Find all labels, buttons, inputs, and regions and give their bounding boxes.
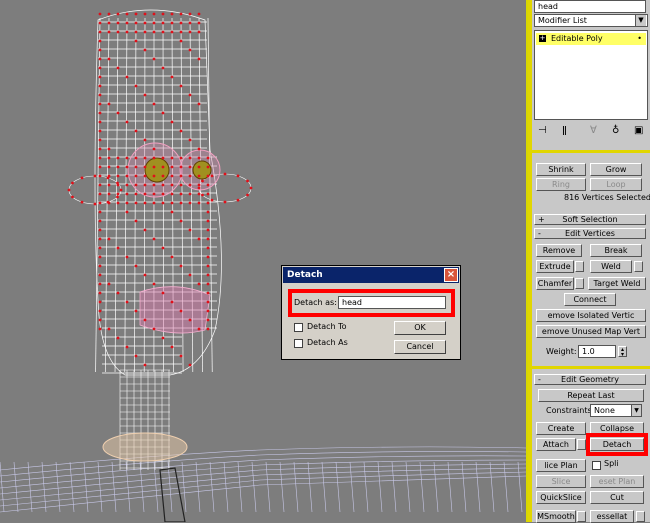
cancel-button[interactable]: Cancel: [394, 340, 446, 354]
ok-button[interactable]: OK: [394, 321, 446, 335]
detach-to-element-checkbox[interactable]: [294, 323, 303, 332]
constraints-label: Constraints: [546, 406, 592, 416]
chamfer-button[interactable]: Chamfer: [536, 277, 574, 290]
slice-plane-button[interactable]: lice Plan: [536, 459, 586, 472]
right-eye-mesh: [180, 150, 220, 190]
shrink-button[interactable]: Shrink: [536, 163, 586, 176]
extrude-settings-button[interactable]: [575, 261, 584, 272]
edit-geometry-rollout[interactable]: - Edit Geometry: [534, 374, 646, 385]
slice-button[interactable]: Slice: [536, 475, 586, 488]
tessellate-settings-button[interactable]: [636, 511, 645, 522]
ring-button[interactable]: Ring: [536, 178, 586, 191]
command-panel: head Modifier List ▼ + Editable Poly • ⊣…: [526, 0, 650, 522]
close-icon[interactable]: ×: [444, 268, 458, 282]
grow-button[interactable]: Grow: [590, 163, 642, 176]
panel-accent-border: [528, 0, 532, 522]
light-bulb-icon[interactable]: •: [637, 33, 642, 45]
detach-to-element-label: Detach To: [307, 322, 347, 332]
detach-as-clone-checkbox[interactable]: [294, 339, 303, 348]
weight-label: Weight:: [546, 347, 577, 357]
make-unique-icon[interactable]: ∀: [590, 125, 597, 136]
weight-spinner-arrows[interactable]: ▴▾: [618, 346, 627, 357]
expand-plus-icon[interactable]: +: [539, 35, 546, 42]
msmooth-button[interactable]: MSmooth: [536, 510, 576, 523]
pin-stack-icon[interactable]: ⊣: [538, 125, 547, 136]
dialog-title: Detach: [287, 269, 323, 281]
remove-isolated-vertices-button[interactable]: emove Isolated Vertic: [536, 309, 646, 322]
dialog-titlebar[interactable]: Detach ×: [283, 267, 459, 283]
edit-vertices-title: Edit Vertices: [535, 229, 645, 238]
left-eye-mesh: [128, 143, 182, 197]
stack-toolbar: ⊣ ǁ ∀ ♁ ▣: [534, 123, 648, 139]
constraints-value: None: [594, 406, 615, 415]
extrude-button[interactable]: Extrude: [536, 260, 574, 273]
break-button[interactable]: Break: [590, 244, 642, 257]
weld-button[interactable]: Weld: [590, 260, 632, 273]
remove-unused-map-verts-button[interactable]: emove Unused Map Vert: [536, 325, 646, 338]
split-checkbox[interactable]: [592, 461, 601, 470]
remove-button[interactable]: Remove: [536, 244, 582, 257]
attach-button[interactable]: Attach: [536, 438, 576, 451]
connect-button[interactable]: Connect: [564, 293, 616, 306]
soft-selection-rollout[interactable]: + Soft Selection: [534, 214, 646, 225]
perspective-viewport[interactable]: [0, 0, 526, 522]
chevron-down-icon: ▼: [631, 405, 641, 416]
cut-button[interactable]: Cut: [590, 491, 644, 504]
repeat-last-button[interactable]: Repeat Last: [538, 389, 644, 402]
weight-spinner[interactable]: 1.0: [578, 345, 616, 358]
object-name-field[interactable]: head: [534, 0, 646, 13]
body-wireframe: [0, 447, 526, 512]
configure-sets-icon[interactable]: ▣: [634, 125, 643, 136]
detach-highlight-box: [586, 433, 648, 456]
divider: [532, 150, 650, 153]
weld-settings-button[interactable]: [634, 261, 643, 272]
create-button[interactable]: Create: [536, 422, 586, 435]
mouth-mesh: [140, 287, 210, 333]
selection-status: 816 Vertices Selected: [564, 193, 650, 203]
target-weld-button[interactable]: Target Weld: [588, 277, 646, 290]
quickslice-button[interactable]: QuickSlice: [536, 491, 586, 504]
modifier-list-dropdown[interactable]: Modifier List ▼: [534, 14, 648, 27]
stack-item-editable-poly[interactable]: + Editable Poly •: [536, 33, 646, 45]
reset-plane-button[interactable]: eset Plan: [590, 475, 644, 488]
edit-vertices-rollout[interactable]: - Edit Vertices: [534, 228, 646, 239]
divider: [532, 366, 650, 369]
soft-selection-title: Soft Selection: [535, 215, 645, 224]
detach-as-clone-label: Detach As: [307, 338, 348, 348]
tessellate-button[interactable]: essellat: [590, 510, 634, 523]
chevron-down-icon: ▼: [635, 15, 646, 26]
loop-button[interactable]: Loop: [590, 178, 642, 191]
show-end-result-icon[interactable]: ǁ: [562, 125, 567, 136]
head-mesh-wireframe[interactable]: [0, 0, 526, 522]
edit-geometry-title: Edit Geometry: [535, 375, 645, 384]
detach-dialog: Detach × Detach as: head Detach To OK De…: [281, 265, 461, 360]
detach-as-highlight-box: [288, 289, 455, 317]
modifier-stack[interactable]: + Editable Poly •: [534, 30, 648, 120]
remove-modifier-icon[interactable]: ♁: [612, 125, 619, 136]
modifier-list-label: Modifier List: [538, 16, 587, 25]
msmooth-settings-button[interactable]: [577, 511, 586, 522]
collar-mesh: [103, 433, 187, 461]
stack-item-label: Editable Poly: [551, 33, 603, 45]
attach-list-button[interactable]: [577, 439, 586, 450]
split-label: Spli: [604, 459, 619, 469]
chamfer-settings-button[interactable]: [575, 278, 584, 289]
constraints-dropdown[interactable]: None ▼: [590, 404, 642, 417]
